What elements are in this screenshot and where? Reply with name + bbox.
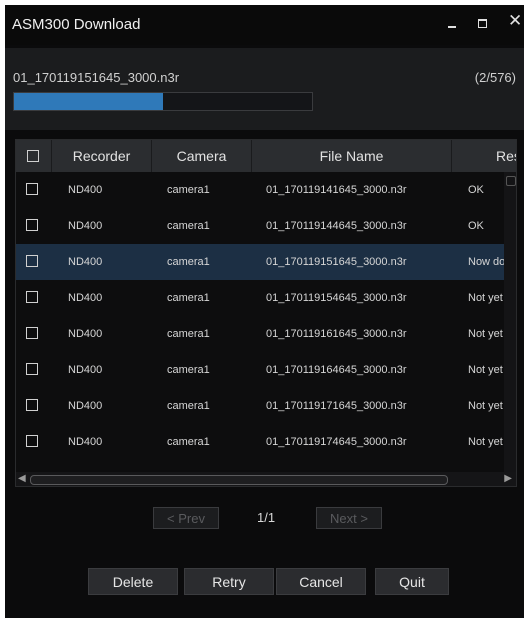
select-all-header [16,140,52,172]
cell-camera: camera1 [167,256,210,268]
cell-file-name: 01_170119161645_3000.n3r [266,328,407,340]
cell-file-name: 01_170119171645_3000.n3r [266,400,407,412]
cancel-button[interactable]: Cancel [276,568,366,595]
next-page-button[interactable]: Next > [316,507,382,529]
cell-camera: camera1 [167,220,210,232]
cell-camera: camera1 [167,364,210,376]
page-indicator: 1/1 [257,510,276,525]
quit-button[interactable]: Quit [375,568,449,595]
cell-file-name: 01_170119164645_3000.n3r [266,364,407,376]
horizontal-scrollbar[interactable]: ◀ ▶ [16,472,516,486]
table-row[interactable]: ND400 camera1 01_170119171645_3000.n3r Not … [16,388,516,424]
title-bar[interactable]: ASM300 Download ✕ [5,5,524,45]
cell-result: Not yet [468,328,503,340]
minimize-icon[interactable] [445,15,461,31]
file-counter: (2/576) [474,70,516,85]
cell-recorder: ND400 [68,436,103,448]
row-checkbox[interactable] [26,327,38,339]
cell-result: OK [468,184,484,196]
progress-bar [13,92,313,111]
cell-recorder: ND400 [68,328,103,340]
row-checkbox[interactable] [26,219,38,231]
row-checkbox[interactable] [26,363,38,375]
column-header-recorder[interactable]: Recorder [52,140,152,172]
column-header-camera[interactable]: Camera [152,140,252,172]
table-row[interactable]: ND400 camera1 01_170119154645_3000.n3r Not … [16,280,516,316]
progress-panel: 01_170119151645_3000.n3r (2/576) [5,48,524,130]
cell-camera: camera1 [167,184,210,196]
select-all-checkbox[interactable] [27,150,39,162]
progress-bar-fill [14,93,163,110]
cell-file-name: 01_170119144645_3000.n3r [266,220,407,232]
download-table: Recorder Camera File Name Res ND400 camer… [15,139,517,487]
cell-result: Not yet [468,400,503,412]
row-checkbox[interactable] [26,255,38,267]
row-checkbox[interactable] [26,291,38,303]
table-row[interactable]: ND400 camera1 01_170119144645_3000.n3r OK [16,208,516,244]
cell-result: Not yet [468,292,503,304]
row-checkbox[interactable] [26,183,38,195]
scroll-left-icon[interactable]: ◀ [18,473,26,484]
row-checkbox[interactable] [26,435,38,447]
vertical-scrollbar[interactable] [504,172,516,472]
scroll-right-icon[interactable]: ▶ [504,473,512,484]
cell-result: Not yet [468,364,503,376]
cell-file-name: 01_170119154645_3000.n3r [266,292,407,304]
cell-camera: camera1 [167,436,210,448]
prev-page-button[interactable]: < Prev [153,507,219,529]
cell-recorder: ND400 [68,256,103,268]
cell-result: Not yet [468,436,503,448]
download-window: ASM300 Download ✕ 01_170119151645_3000.n… [5,5,524,618]
horizontal-scroll-thumb[interactable] [30,475,448,485]
current-file-label: 01_170119151645_3000.n3r [13,70,180,85]
cell-camera: camera1 [167,400,210,412]
table-row[interactable]: ND400 camera1 01_170119174645_3000.n3r Not … [16,424,516,460]
delete-button[interactable]: Delete [88,568,178,595]
cell-recorder: ND400 [68,364,103,376]
vertical-scroll-thumb[interactable] [506,176,516,186]
cell-recorder: ND400 [68,184,103,196]
row-checkbox[interactable] [26,399,38,411]
table-header: Recorder Camera File Name Res [16,140,516,172]
column-header-result[interactable]: Res [452,140,516,172]
column-header-file-name[interactable]: File Name [252,140,452,172]
close-icon[interactable]: ✕ [508,12,524,29]
cell-file-name: 01_170119174645_3000.n3r [266,436,407,448]
maximize-icon[interactable] [475,15,491,31]
table-row[interactable]: ND400 camera1 01_170119164645_3000.n3r Not … [16,352,516,388]
cell-file-name: 01_170119141645_3000.n3r [266,184,407,196]
cell-result: OK [468,220,484,232]
table-row[interactable]: ND400 camera1 01_170119161645_3000.n3r Not … [16,316,516,352]
cell-recorder: ND400 [68,400,103,412]
cell-recorder: ND400 [68,292,103,304]
table-row[interactable]: ND400 camera1 01_170119141645_3000.n3r OK [16,172,516,208]
cell-recorder: ND400 [68,220,103,232]
cell-file-name: 01_170119151645_3000.n3r [266,256,407,268]
retry-button[interactable]: Retry [184,568,274,595]
cell-camera: camera1 [167,328,210,340]
table-row[interactable]: ND400 camera1 01_170119151645_3000.n3r Now … [16,244,516,280]
cell-camera: camera1 [167,292,210,304]
window-title: ASM300 Download [12,16,141,33]
